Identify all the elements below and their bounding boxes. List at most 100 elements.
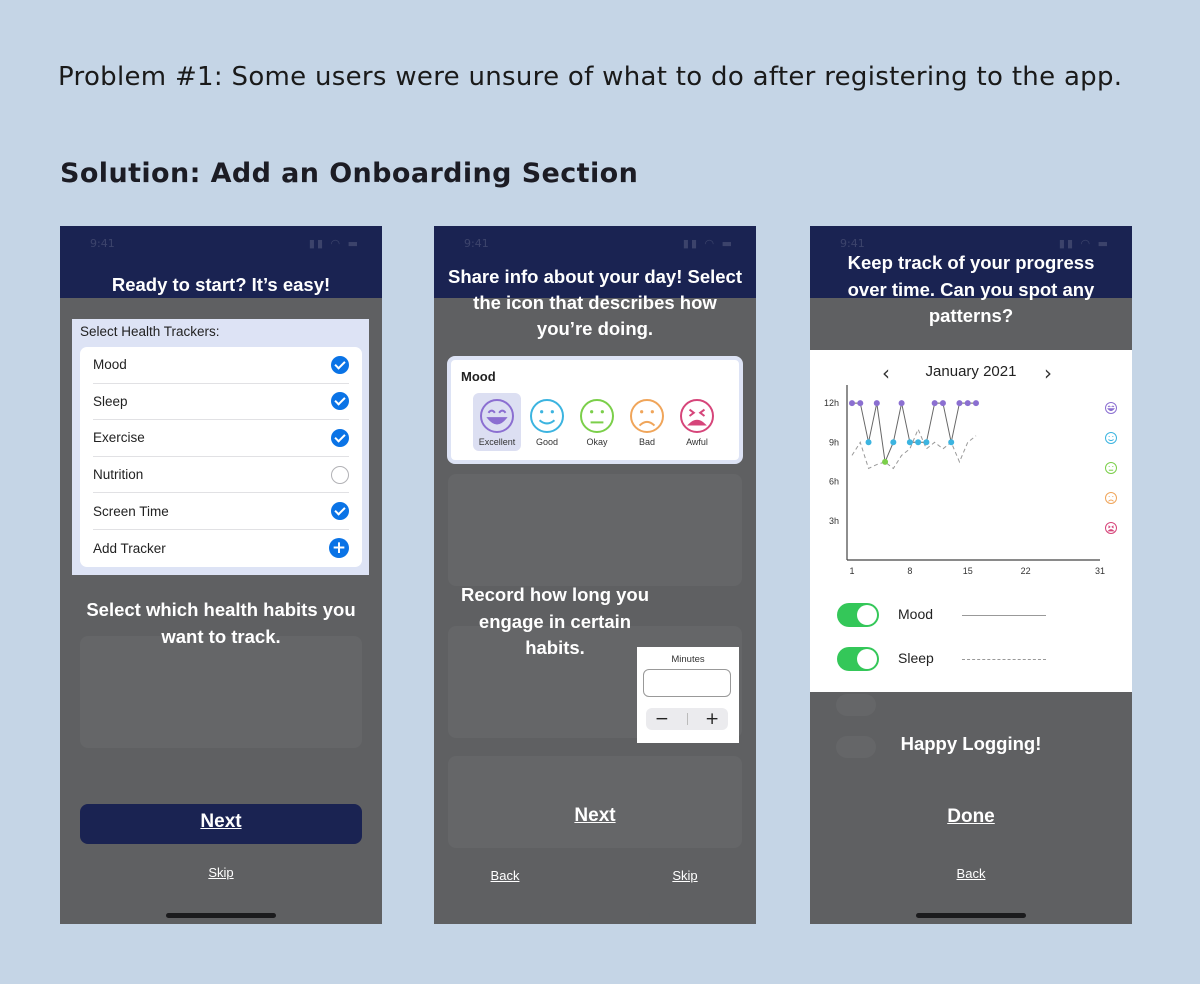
mood-point xyxy=(882,458,889,465)
tracker-row-mood[interactable]: Mood xyxy=(93,347,349,384)
month-nav: January 2021 xyxy=(810,361,1132,380)
legend-line-solid xyxy=(962,615,1046,616)
home-indicator xyxy=(540,913,650,918)
empty-circle-icon[interactable] xyxy=(331,465,349,484)
status-icons: ▮▮ ◠ ▬ xyxy=(1058,237,1110,250)
phone-screen-select-trackers: 9:41 ▮▮ ◠ ▬ Ready to start? It’s easy! S… xyxy=(60,226,382,924)
tracker-row-exercise[interactable]: Exercise xyxy=(93,420,349,457)
mood-point xyxy=(931,400,938,407)
plus-button[interactable]: + xyxy=(705,709,719,729)
mood-title: Mood xyxy=(461,369,496,384)
legend-line-dashed xyxy=(962,659,1046,660)
tracker-card-title: Select Health Trackers: xyxy=(80,324,220,339)
mood-option-bad[interactable]: Bad xyxy=(623,393,671,451)
mood-point xyxy=(915,439,922,446)
tracker-row-screen-time[interactable]: Screen Time xyxy=(93,493,349,530)
mood-point xyxy=(890,439,897,446)
tracker-row-add[interactable]: Add Tracker + xyxy=(93,530,349,567)
bad-face-icon xyxy=(1105,492,1117,504)
x-tick-label: 8 xyxy=(907,566,912,576)
progress-chart-card: ‹ January 2021 › 3h 6h 9h 12h 1 8 15 22 31 Mood … xyxy=(810,350,1132,692)
status-time: 9:41 xyxy=(840,237,865,250)
x-tick-label: 1 xyxy=(849,566,854,576)
mood-series-line xyxy=(852,402,976,464)
x-tick-label: 31 xyxy=(1095,566,1105,576)
phone-screen-log-mood: 9:41 ▮▮ ◠ ▬ Share info about your day! S… xyxy=(434,226,756,924)
x-tick-label: 22 xyxy=(1021,566,1031,576)
mood-point xyxy=(873,400,880,407)
okay-face-icon xyxy=(1105,462,1117,474)
mood-option-label: Bad xyxy=(638,437,655,447)
problem-statement: Problem #1: Some users were unsure of wh… xyxy=(58,62,1123,92)
awful-face-icon xyxy=(1105,522,1117,534)
checkmark-icon[interactable] xyxy=(331,355,349,374)
mood-point xyxy=(906,439,913,446)
mood-option-good[interactable]: Good xyxy=(523,393,571,451)
y-tick-label: 12h xyxy=(824,398,839,408)
mood-option-label: Awful xyxy=(686,437,708,447)
y-tick-label: 9h xyxy=(829,437,839,447)
mood-option-label: Okay xyxy=(586,437,608,447)
status-icons: ▮▮ ◠ ▬ xyxy=(682,237,734,250)
minus-button[interactable]: − xyxy=(655,709,669,729)
mood-option-awful[interactable]: Awful xyxy=(673,393,721,451)
done-button[interactable]: Done xyxy=(810,806,1132,828)
checkmark-icon[interactable] xyxy=(331,392,349,411)
tracker-label: Screen Time xyxy=(93,503,169,519)
status-icons: ▮▮ ◠ ▬ xyxy=(308,237,360,250)
mood-point xyxy=(849,400,855,407)
mood-option-excellent[interactable]: Excellent xyxy=(473,393,521,451)
mood-point xyxy=(973,400,979,407)
status-time: 9:41 xyxy=(464,237,489,250)
sleep-series-line xyxy=(851,427,977,470)
mood-point xyxy=(857,400,864,407)
back-link[interactable]: Back xyxy=(810,866,1132,881)
skip-link[interactable]: Skip xyxy=(524,868,756,883)
mood-toggle[interactable] xyxy=(837,603,879,627)
mood-card: Mood Excellent Good Okay Bad Awful xyxy=(447,356,743,464)
tracker-row-nutrition[interactable]: Nutrition xyxy=(93,457,349,494)
phone-screen-progress: 9:41 ▮▮ ◠ ▬ Keep track of your progress … xyxy=(810,226,1132,924)
background-screen-time-card xyxy=(448,756,742,848)
overlay-caption: Record how long you engage in certain ha… xyxy=(460,584,650,658)
mood-point xyxy=(939,400,946,407)
mood-point xyxy=(865,439,872,446)
good-face-icon xyxy=(1105,432,1117,444)
next-button[interactable]: Next xyxy=(434,805,756,827)
bad-face-icon xyxy=(630,399,664,433)
minutes-stepper: − + xyxy=(646,708,728,730)
plus-icon[interactable]: + xyxy=(329,538,349,559)
toggle-label-sleep: Sleep xyxy=(898,650,934,666)
tracker-label: Mood xyxy=(93,357,127,373)
tracker-label: Sleep xyxy=(93,393,128,409)
checkmark-icon[interactable] xyxy=(331,428,349,447)
minutes-input[interactable] xyxy=(643,669,731,697)
toggle-label-mood: Mood xyxy=(898,606,934,622)
minutes-card: Minutes − + xyxy=(637,647,739,743)
progress-chart: 3h 6h 9h 12h 1 8 15 22 31 xyxy=(824,385,1117,576)
month-label: January 2021 xyxy=(925,363,1017,380)
minutes-label: Minutes xyxy=(671,654,705,665)
tracker-label: Nutrition xyxy=(93,467,144,483)
y-tick-label: 6h xyxy=(829,477,839,487)
sleep-toggle[interactable] xyxy=(837,647,879,671)
next-button[interactable]: Next xyxy=(60,811,382,833)
x-tick-label: 15 xyxy=(963,566,973,576)
skip-link[interactable]: Skip xyxy=(60,865,382,880)
background-reminders xyxy=(80,636,362,748)
background-sleep-card xyxy=(448,474,742,586)
tracker-label: Add Tracker xyxy=(93,540,166,556)
tracker-list: Mood Sleep Exercise Nutrition Screen Tim… xyxy=(80,347,362,567)
home-indicator xyxy=(166,913,276,918)
okay-face-icon xyxy=(580,399,614,433)
mood-options: Excellent Good Okay Bad Awful xyxy=(473,393,721,451)
overlay-title: Keep track of your progress over time. C… xyxy=(847,252,1095,326)
stepper-divider xyxy=(686,713,688,725)
mood-option-okay[interactable]: Okay xyxy=(573,393,621,451)
excellent-face-icon xyxy=(480,399,514,433)
tracker-row-sleep[interactable]: Sleep xyxy=(93,384,349,421)
checkmark-icon[interactable] xyxy=(331,502,349,521)
tracker-card: Select Health Trackers: Mood Sleep Exerc… xyxy=(72,319,369,575)
overlay-title: Ready to start? It’s easy! xyxy=(111,274,331,295)
mood-point xyxy=(948,439,955,446)
